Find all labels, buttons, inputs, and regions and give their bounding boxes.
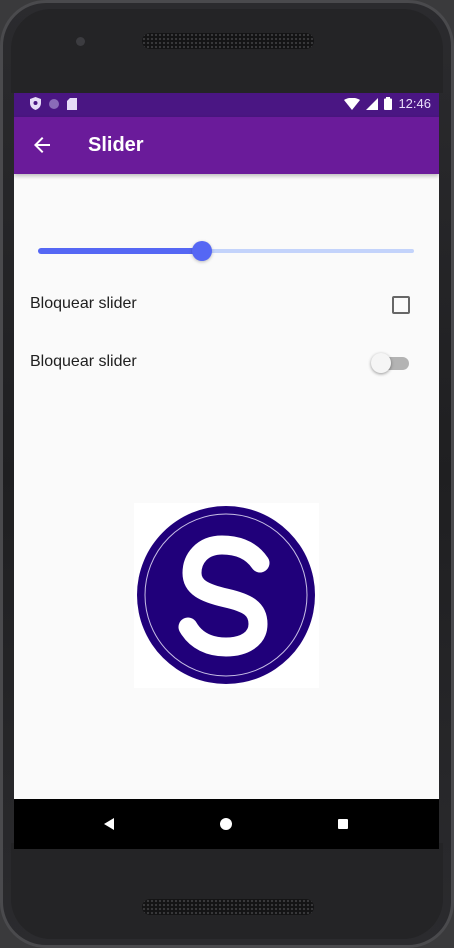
status-bar: 12:46 <box>14 93 439 117</box>
back-triangle-icon <box>104 818 114 830</box>
sd-card-icon <box>67 97 77 110</box>
nav-home-button[interactable] <box>218 816 234 832</box>
logo-image <box>134 503 319 688</box>
front-camera <box>76 37 85 46</box>
page-title: Slider <box>88 134 144 156</box>
bottom-speaker <box>142 899 314 915</box>
phone-top-bezel <box>11 9 443 93</box>
system-nav-bar <box>14 799 439 849</box>
lock-slider-switch-row[interactable]: Bloquear slider <box>14 341 439 385</box>
nav-back-button[interactable] <box>101 816 117 832</box>
signal-icon <box>366 97 379 110</box>
phone-bottom-bezel <box>11 843 443 939</box>
wifi-icon <box>344 97 361 110</box>
recents-square-icon <box>338 819 348 829</box>
lock-slider-checkbox[interactable] <box>392 296 410 314</box>
switch-thumb <box>371 353 391 373</box>
slider-thumb[interactable] <box>192 241 212 261</box>
switch-label: Bloquear slider <box>30 353 137 370</box>
app-bar: Slider <box>14 117 439 174</box>
lock-slider-switch[interactable] <box>371 352 411 374</box>
s-logo <box>137 506 315 684</box>
earpiece-speaker <box>142 33 314 49</box>
phone-frame: 12:46 Slider Bloquear slider Bloquear sl… <box>0 0 454 948</box>
shield-icon <box>30 97 41 110</box>
status-time: 12:46 <box>398 96 431 111</box>
nav-recents-button[interactable] <box>335 816 351 832</box>
arrow-back-icon <box>34 137 50 153</box>
value-slider[interactable] <box>38 240 414 264</box>
circle-icon <box>49 98 59 109</box>
device-screen: 12:46 Slider Bloquear slider Bloquear sl… <box>14 93 439 849</box>
slider-track-active <box>38 248 202 254</box>
back-button[interactable] <box>30 133 54 157</box>
lock-slider-checkbox-row[interactable]: Bloquear slider <box>14 283 439 327</box>
home-circle-icon <box>220 818 232 830</box>
checkbox-label: Bloquear slider <box>30 295 137 312</box>
battery-icon <box>384 97 393 110</box>
